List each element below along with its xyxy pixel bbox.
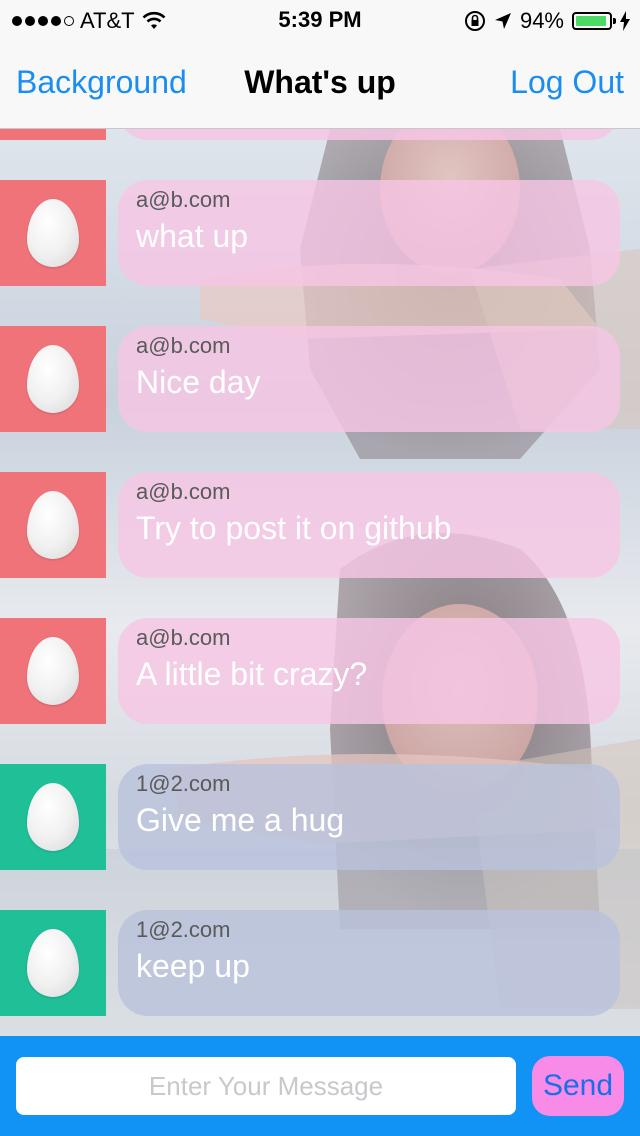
battery-percent: 94%	[519, 8, 564, 33]
message-row: a@b.com what up	[0, 180, 640, 286]
avatar[interactable]	[0, 618, 106, 724]
message-text: Nice day	[136, 364, 261, 400]
log-out-button[interactable]: Log Out	[510, 64, 624, 101]
message-sender: a@b.com	[136, 187, 231, 212]
egg-avatar-icon	[27, 491, 79, 559]
message-sender: 1@2.com	[136, 917, 231, 942]
message-input[interactable]	[16, 1057, 516, 1115]
message-row: a@b.com Nice day	[0, 326, 640, 432]
message-row: a@b.com A little bit crazy?	[0, 618, 640, 724]
message-sender: a@b.com	[136, 479, 231, 504]
message-row: 1@2.com keep up	[0, 910, 640, 1016]
chat-list[interactable]: a@b.com what up a@b.com Nice day a@b.com Try …	[0, 129, 640, 1036]
message-sender: a@b.com	[136, 333, 231, 358]
status-bar: AT&T 5:39 PM 94%	[0, 0, 640, 40]
avatar[interactable]	[0, 326, 106, 432]
navigation-bar: Background What's up Log Out	[0, 40, 640, 129]
message-text: what up	[136, 218, 249, 254]
charging-bolt-icon	[620, 11, 630, 31]
message-sender: a@b.com	[136, 625, 231, 650]
message-bubble[interactable]: 1@2.com Give me a hug	[118, 764, 620, 870]
avatar[interactable]	[0, 180, 106, 286]
send-button[interactable]: Send	[532, 1056, 624, 1116]
egg-avatar-icon	[27, 929, 79, 997]
message-bubble[interactable]: a@b.com Try to post it on github	[118, 472, 620, 578]
message-row: 1@2.com Give me a hug	[0, 764, 640, 870]
message-bubble[interactable]: a@b.com what up	[118, 180, 620, 286]
message-row-partial	[0, 129, 640, 140]
message-bubble	[118, 129, 620, 140]
message-bubble[interactable]: 1@2.com keep up	[118, 910, 620, 1016]
avatar[interactable]	[0, 910, 106, 1016]
message-text: A little bit crazy?	[136, 656, 368, 692]
message-input-bar: Send	[0, 1036, 640, 1136]
message-text: Try to post it on github	[136, 510, 452, 546]
message-text: Give me a hug	[136, 802, 345, 838]
location-arrow-icon	[494, 13, 511, 29]
message-text: keep up	[136, 948, 250, 984]
message-bubble[interactable]: a@b.com A little bit crazy?	[118, 618, 620, 724]
rotation-lock-icon	[464, 11, 485, 31]
avatar[interactable]	[0, 764, 106, 870]
egg-avatar-icon	[27, 783, 79, 851]
egg-avatar-icon	[27, 345, 79, 413]
message-sender: 1@2.com	[136, 771, 231, 796]
battery-icon	[572, 12, 616, 30]
message-bubble[interactable]: a@b.com Nice day	[118, 326, 620, 432]
avatar[interactable]	[0, 472, 106, 578]
avatar	[0, 129, 106, 140]
egg-avatar-icon	[27, 637, 79, 705]
status-right: 94%	[464, 8, 630, 34]
egg-avatar-icon	[27, 199, 79, 267]
message-row: a@b.com Try to post it on github	[0, 472, 640, 578]
